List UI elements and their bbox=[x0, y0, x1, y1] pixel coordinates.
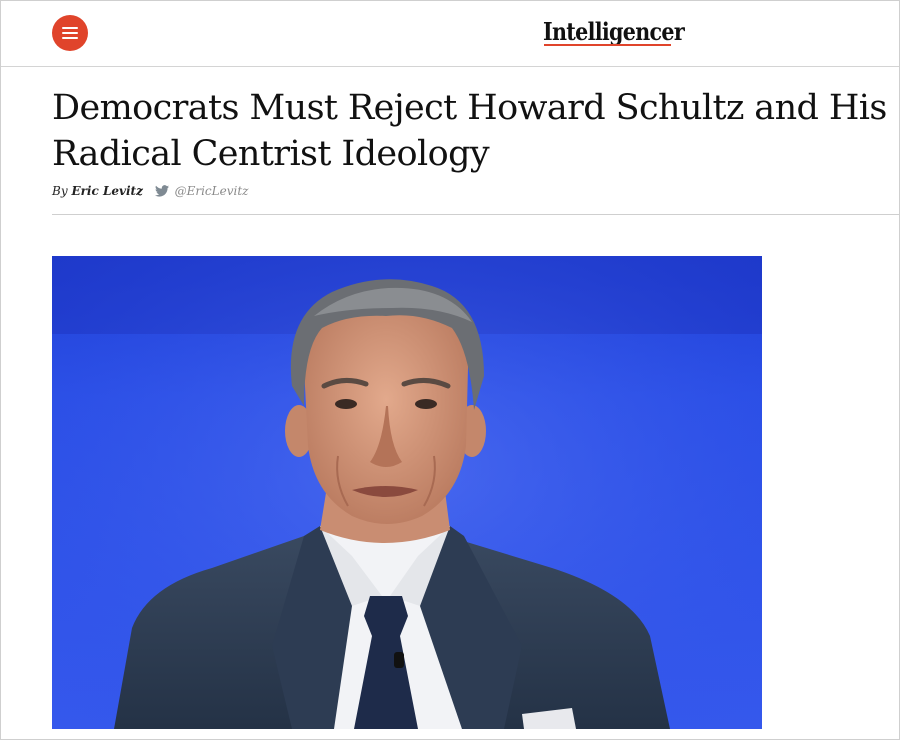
byline: By Eric Levitz @EricLevitz bbox=[52, 184, 248, 200]
hero-photo[interactable] bbox=[52, 256, 762, 729]
article-headline: Democrats Must Reject Howard Schultz and… bbox=[52, 88, 887, 174]
byline-prefix: By bbox=[52, 184, 68, 198]
logo-underline bbox=[544, 44, 671, 46]
site-header: Intelligencer bbox=[1, 1, 899, 67]
header-divider bbox=[52, 214, 899, 215]
page-frame: Intelligencer Democrats Must Reject Howa… bbox=[0, 0, 900, 740]
site-logo[interactable]: Intelligencer bbox=[543, 17, 685, 46]
hamburger-menu-icon[interactable] bbox=[52, 15, 88, 51]
twitter-bird-icon[interactable] bbox=[154, 185, 169, 200]
twitter-handle-link[interactable]: @EricLevitz bbox=[175, 184, 249, 198]
author-link[interactable]: Eric Levitz bbox=[71, 184, 142, 198]
